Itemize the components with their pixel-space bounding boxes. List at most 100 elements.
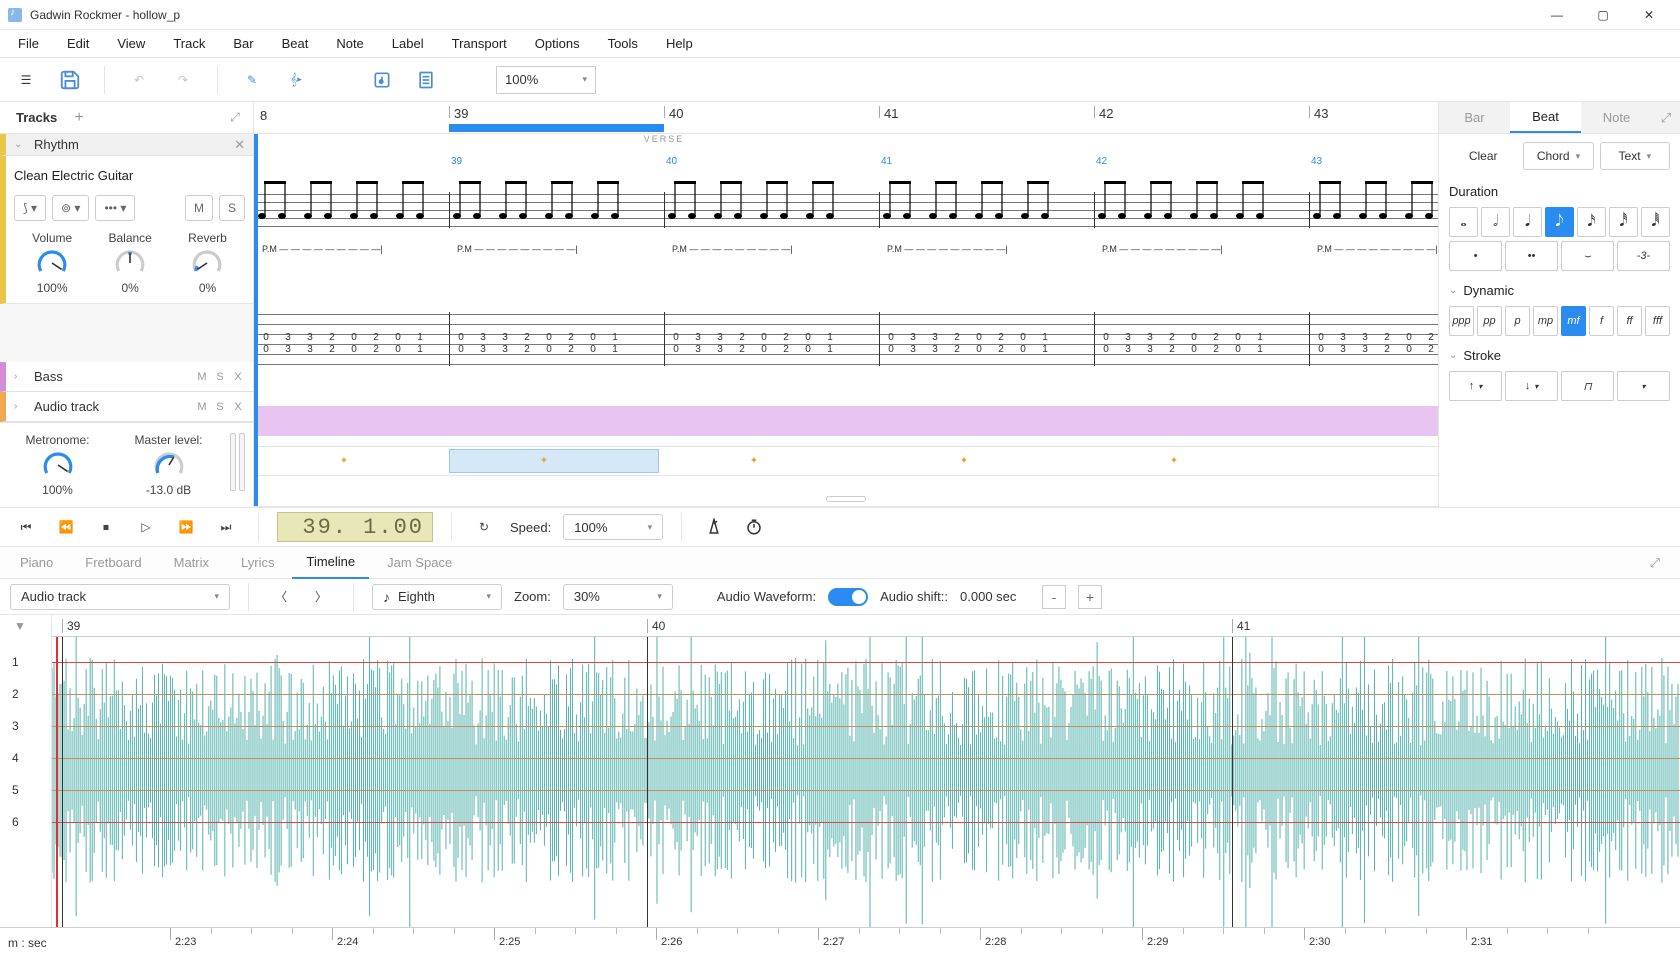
dynamic-p[interactable]: p <box>1505 306 1530 336</box>
tab-fret-number[interactable]: 3 <box>910 344 916 355</box>
tab-fret-number[interactable]: 2 <box>1169 344 1175 355</box>
dynamic-ppp[interactable]: ppp <box>1449 306 1474 336</box>
duration-3[interactable]: 𝅘𝅥𝅮 <box>1545 207 1574 237</box>
dynamic-f[interactable]: f <box>1589 306 1614 336</box>
score-playhead[interactable] <box>254 134 258 506</box>
timeline-zoom-select[interactable]: 30%▾ <box>563 584 673 610</box>
tab-fret-number[interactable]: 2 <box>373 332 379 343</box>
solo-button[interactable]: S <box>213 371 227 383</box>
shift-plus-button[interactable]: + <box>1078 585 1102 609</box>
menu-view[interactable]: View <box>103 30 159 58</box>
redo-icon[interactable]: ↷ <box>167 64 199 96</box>
tab-fret-number[interactable]: 0 <box>888 344 894 355</box>
dynamic-section[interactable]: ⌄Dynamic <box>1449 283 1670 298</box>
tab-fret-number[interactable]: 0 <box>1103 332 1109 343</box>
tab-fret-number[interactable]: 0 <box>590 332 596 343</box>
tab-fret-number[interactable]: 3 <box>695 344 701 355</box>
tab-fret-number[interactable]: 2 <box>954 344 960 355</box>
clef-select-icon[interactable]: 𝄞▸ <box>280 64 312 96</box>
tab-fret-number[interactable]: 2 <box>1428 332 1434 343</box>
close-track-icon[interactable]: ✕ <box>234 137 245 153</box>
tab-fret-number[interactable]: 0 <box>673 344 679 355</box>
tab-fret-number[interactable]: 0 <box>1406 332 1412 343</box>
tab-fret-number[interactable]: 0 <box>761 332 767 343</box>
solo-button[interactable]: S <box>219 195 245 221</box>
tab-fret-number[interactable]: 2 <box>1384 344 1390 355</box>
tab-fret-number[interactable]: 0 <box>546 344 552 355</box>
tab-fret-number[interactable]: 0 <box>1318 344 1324 355</box>
tab-fret-number[interactable]: 3 <box>1362 332 1368 343</box>
tab-fret-number[interactable]: 3 <box>480 332 486 343</box>
skip-end-icon[interactable]: ⏭ <box>212 513 240 541</box>
tab-fret-number[interactable]: 0 <box>458 344 464 355</box>
tab-fret-number[interactable]: 1 <box>417 332 423 343</box>
instrument-button[interactable]: ⊚ ▾ <box>52 195 89 221</box>
tab-fret-number[interactable]: 3 <box>695 332 701 343</box>
chord-button[interactable]: Chord▾ <box>1523 142 1593 170</box>
tab-fret-number[interactable]: 3 <box>307 332 313 343</box>
tab-piano[interactable]: Piano <box>6 547 67 579</box>
tab-fret-number[interactable]: 0 <box>1020 332 1026 343</box>
triangle-icon[interactable]: ▼ <box>14 619 26 633</box>
tab-fret-number[interactable]: 2 <box>373 344 379 355</box>
bar-ruler[interactable]: 8 3940414243 <box>254 102 1438 134</box>
tuning-button[interactable]: ⟆ ▾ <box>14 195 46 221</box>
tab-beat[interactable]: Beat <box>1510 102 1581 133</box>
tab-fret-number[interactable]: 1 <box>1257 344 1263 355</box>
menu-label[interactable]: Label <box>378 30 438 58</box>
track-audio[interactable]: › Audio track MSX <box>0 392 253 422</box>
tab-fret-number[interactable]: 1 <box>612 344 618 355</box>
tab-fret-number[interactable]: 3 <box>1340 332 1346 343</box>
balance-knob[interactable] <box>114 249 146 277</box>
tab-fret-number[interactable]: 1 <box>827 344 833 355</box>
duration-0[interactable]: 𝅝 <box>1449 207 1478 237</box>
tab-fret-number[interactable]: 1 <box>827 332 833 343</box>
track-bass[interactable]: › Bass MSX <box>0 362 253 392</box>
tab-fret-number[interactable]: 0 <box>1318 332 1324 343</box>
track-rhythm[interactable]: ⌄ Rhythm ✕ <box>0 134 253 156</box>
tab-fret-number[interactable]: 2 <box>568 344 574 355</box>
duration-6[interactable]: 𝅘𝅥𝅱 <box>1641 207 1670 237</box>
save-icon[interactable] <box>54 64 86 96</box>
tab-fret-number[interactable]: 0 <box>263 344 269 355</box>
tab-fret-number[interactable]: 1 <box>1257 332 1263 343</box>
expand-icon[interactable]: ⤢ <box>223 106 247 130</box>
tab-fret-number[interactable]: 0 <box>1406 344 1412 355</box>
waveform-toggle[interactable] <box>828 588 868 606</box>
stroke-section[interactable]: ⌄Stroke <box>1449 348 1670 363</box>
tab-matrix[interactable]: Matrix <box>160 547 223 579</box>
tab-fret-number[interactable]: 0 <box>673 332 679 343</box>
tab-fret-number[interactable]: 0 <box>1103 344 1109 355</box>
tab-fret-number[interactable]: 0 <box>351 332 357 343</box>
tab-fret-number[interactable]: 3 <box>717 344 723 355</box>
shift-minus-button[interactable]: - <box>1042 585 1066 609</box>
tab-fret-number[interactable]: 0 <box>395 344 401 355</box>
forward-icon[interactable]: ⏩ <box>172 513 200 541</box>
tab-fret-number[interactable]: 3 <box>285 344 291 355</box>
tab-fret-number[interactable]: 2 <box>739 332 745 343</box>
countdown-icon[interactable] <box>740 513 768 541</box>
reverb-knob[interactable] <box>191 249 223 277</box>
tab-fret-number[interactable]: 0 <box>546 332 552 343</box>
menu-options[interactable]: Options <box>521 30 594 58</box>
mute-button[interactable]: M <box>195 401 209 413</box>
tab-bar[interactable]: Bar <box>1439 102 1510 133</box>
maximize-button[interactable]: ▢ <box>1580 0 1626 30</box>
next-icon[interactable]: 〉 <box>307 583 335 611</box>
undo-icon[interactable]: ↶ <box>123 64 155 96</box>
minimize-button[interactable]: — <box>1534 0 1580 30</box>
solo-button[interactable]: S <box>213 401 227 413</box>
menu-tools[interactable]: Tools <box>594 30 652 58</box>
close-button[interactable]: X <box>231 371 245 383</box>
mute-button[interactable]: M <box>185 195 213 221</box>
menu-transport[interactable]: Transport <box>438 30 521 58</box>
tab-fret-number[interactable]: 0 <box>1235 332 1241 343</box>
metronome-knob[interactable] <box>42 451 74 479</box>
duration-5[interactable]: 𝅘𝅥𝅰 <box>1609 207 1638 237</box>
timeline-track-select[interactable]: Audio track▾ <box>10 584 230 610</box>
menu-note[interactable]: Note <box>322 30 377 58</box>
clear-button[interactable]: Clear <box>1449 142 1517 170</box>
hamburger-icon[interactable]: ☰ <box>10 64 42 96</box>
menu-file[interactable]: File <box>4 30 53 58</box>
tab-fret-number[interactable]: 0 <box>351 344 357 355</box>
